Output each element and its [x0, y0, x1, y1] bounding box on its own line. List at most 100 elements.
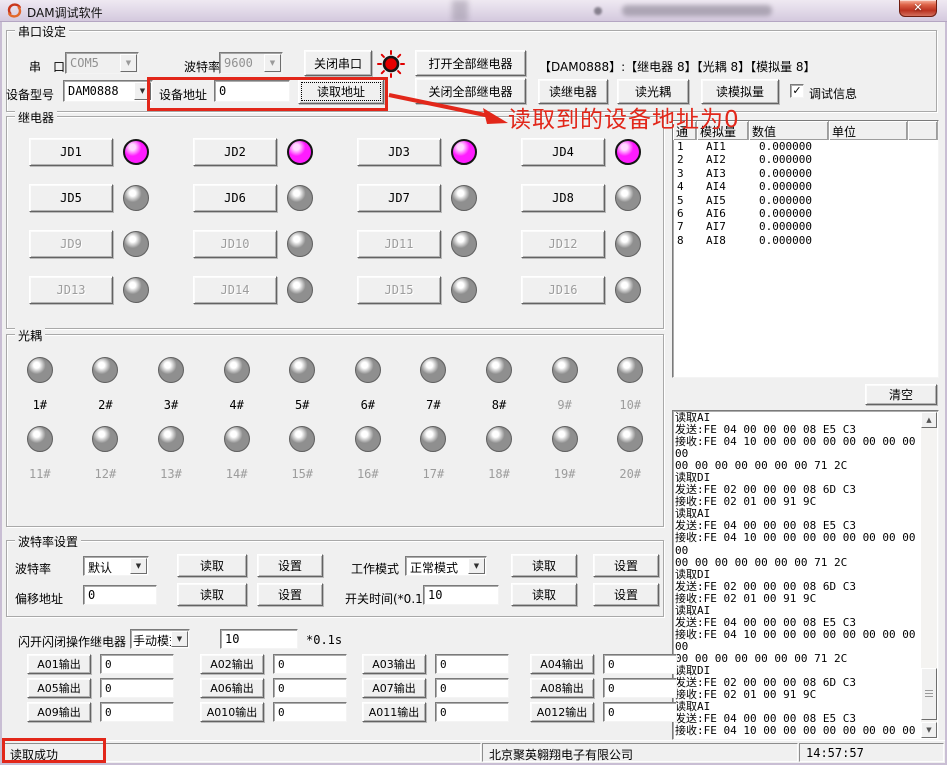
relay-button-jd14[interactable]: JD14 — [193, 276, 277, 304]
relay-button-jd13[interactable]: JD13 — [29, 276, 113, 304]
output-button-a02[interactable]: A02输出 — [200, 654, 264, 674]
switch-set-button[interactable]: 设置 — [593, 583, 659, 606]
table-row[interactable]: 2AI20.000000 — [673, 153, 938, 166]
table-row[interactable]: 5AI50.000000 — [673, 194, 938, 207]
offset-set-button[interactable]: 设置 — [257, 583, 323, 606]
output-button-a012[interactable]: A012输出 — [530, 702, 594, 722]
output-value-input[interactable] — [603, 654, 677, 674]
relay-button-jd5[interactable]: JD5 — [29, 184, 113, 212]
table-cell: 0.000000 — [749, 167, 829, 180]
offset-address-input[interactable] — [83, 585, 157, 605]
open-all-relays-button[interactable]: 打开全部继电器 — [415, 50, 526, 76]
log-scrollbar[interactable]: ▲ ▼ — [921, 412, 937, 738]
close-all-relays-button[interactable]: 关闭全部继电器 — [415, 78, 526, 104]
analog-column-header[interactable] — [908, 121, 938, 140]
analog-column-header[interactable]: 单位 — [829, 121, 908, 140]
output-value-input[interactable] — [603, 678, 677, 698]
baud-select[interactable]: 9600 ▼ — [219, 52, 283, 74]
relay-button-jd8[interactable]: JD8 — [521, 184, 605, 212]
flash-mode-select[interactable]: 手动模式 ▼ — [130, 629, 190, 649]
read-opto-button[interactable]: 读光耦 — [617, 79, 689, 104]
debug-info-checkbox[interactable]: ✓ — [790, 84, 804, 98]
table-row[interactable]: 8AI80.000000 — [673, 234, 938, 247]
work-mode-select[interactable]: 正常模式 ▼ — [405, 556, 487, 576]
output-value-input[interactable] — [435, 702, 509, 722]
relay-button-jd9[interactable]: JD9 — [29, 230, 113, 258]
switch-time-input[interactable] — [423, 585, 499, 605]
relay-button-jd1[interactable]: JD1 — [29, 138, 113, 166]
scroll-up-icon[interactable]: ▲ — [921, 412, 937, 428]
output-button-a05[interactable]: A05输出 — [27, 678, 91, 698]
relay-cell: JD13 — [7, 267, 171, 313]
offset-read-button[interactable]: 读取 — [177, 583, 247, 606]
device-address-input[interactable] — [214, 80, 290, 102]
chevron-down-icon[interactable]: ▼ — [468, 558, 485, 574]
close-button[interactable]: ✕ — [899, 0, 937, 17]
output-button-a01[interactable]: A01输出 — [27, 654, 91, 674]
baud-setting-select[interactable]: 默认 ▼ — [83, 556, 149, 576]
output-value-input[interactable] — [100, 702, 174, 722]
output-value-input[interactable] — [603, 702, 677, 722]
scrollbar-thumb[interactable] — [921, 668, 937, 720]
analog-column-header[interactable]: 数值 — [749, 121, 829, 140]
chevron-down-icon[interactable]: ▼ — [264, 54, 281, 72]
model-select[interactable]: DAM0888 ▼ — [63, 80, 153, 102]
mode-read-button[interactable]: 读取 — [511, 554, 577, 577]
output-value-input[interactable] — [273, 678, 347, 698]
output-button-a06[interactable]: A06输出 — [200, 678, 264, 698]
baud-read-button[interactable]: 读取 — [177, 554, 247, 577]
relay-button-jd6[interactable]: JD6 — [193, 184, 277, 212]
relay-button-jd4[interactable]: JD4 — [521, 138, 605, 166]
titlebar-reflection — [622, 5, 772, 16]
scroll-down-icon[interactable]: ▼ — [921, 722, 937, 738]
output-value-input[interactable] — [435, 678, 509, 698]
opto-cell: 9# — [532, 357, 598, 412]
chevron-down-icon[interactable]: ▼ — [120, 54, 137, 72]
read-relay-button[interactable]: 读继电器 — [538, 79, 608, 104]
table-row[interactable]: 7AI70.000000 — [673, 220, 938, 233]
table-row[interactable]: 4AI40.000000 — [673, 180, 938, 193]
log-text[interactable]: 读取AI 发送:FE 04 00 00 00 08 E5 C3 接收:FE 04… — [675, 412, 920, 738]
clear-log-button[interactable]: 清空 — [865, 384, 937, 405]
relay-button-jd10[interactable]: JD10 — [193, 230, 277, 258]
output-value-input[interactable] — [100, 654, 174, 674]
output-button-a011[interactable]: A011输出 — [362, 702, 426, 722]
analog-table[interactable]: 通模拟量数值单位 1AI10.0000002AI20.0000003AI30.0… — [672, 120, 939, 378]
table-row[interactable]: 3AI30.000000 — [673, 167, 938, 180]
output-value-input[interactable] — [273, 702, 347, 722]
relay-button-jd11[interactable]: JD11 — [357, 230, 441, 258]
chevron-down-icon[interactable]: ▼ — [130, 558, 147, 574]
output-value-input[interactable] — [435, 654, 509, 674]
port-select[interactable]: COM5 ▼ — [65, 52, 139, 74]
switch-read-button[interactable]: 读取 — [511, 583, 577, 606]
relay-button-jd3[interactable]: JD3 — [357, 138, 441, 166]
output-button-a010[interactable]: A010输出 — [200, 702, 264, 722]
relay-button-jd15[interactable]: JD15 — [357, 276, 441, 304]
opto-led-icon — [27, 426, 53, 452]
relay-button-jd7[interactable]: JD7 — [357, 184, 441, 212]
relay-button-jd12[interactable]: JD12 — [521, 230, 605, 258]
mode-set-button[interactable]: 设置 — [593, 554, 659, 577]
analog-column-header[interactable]: 通 — [673, 121, 697, 140]
output-button-a04[interactable]: A04输出 — [530, 654, 594, 674]
relay-button-jd2[interactable]: JD2 — [193, 138, 277, 166]
chevron-down-icon[interactable]: ▼ — [171, 631, 188, 647]
output-button-a07[interactable]: A07输出 — [362, 678, 426, 698]
baud-set-button[interactable]: 设置 — [257, 554, 323, 577]
close-serial-button[interactable]: 关闭串口 — [304, 50, 372, 76]
relay-button-jd16[interactable]: JD16 — [521, 276, 605, 304]
serial-open-indicator-icon — [377, 50, 405, 78]
output-button-a08[interactable]: A08输出 — [530, 678, 594, 698]
analog-column-header[interactable]: 模拟量 — [697, 121, 749, 140]
read-analog-button[interactable]: 读模拟量 — [701, 79, 779, 104]
output-value-input[interactable] — [100, 678, 174, 698]
device-info-text: 【DAM0888】:【继电器 8】【光耦 8】【模拟量 8】 — [539, 58, 816, 75]
flash-time-input[interactable] — [220, 629, 298, 649]
table-row[interactable]: 6AI60.000000 — [673, 207, 938, 220]
output-value-input[interactable] — [273, 654, 347, 674]
output-button-a03[interactable]: A03输出 — [362, 654, 426, 674]
read-address-button[interactable]: 读取地址 — [298, 79, 384, 104]
chevron-down-icon[interactable]: ▼ — [134, 82, 151, 100]
table-row[interactable]: 1AI10.000000 — [673, 140, 938, 153]
output-button-a09[interactable]: A09输出 — [27, 702, 91, 722]
